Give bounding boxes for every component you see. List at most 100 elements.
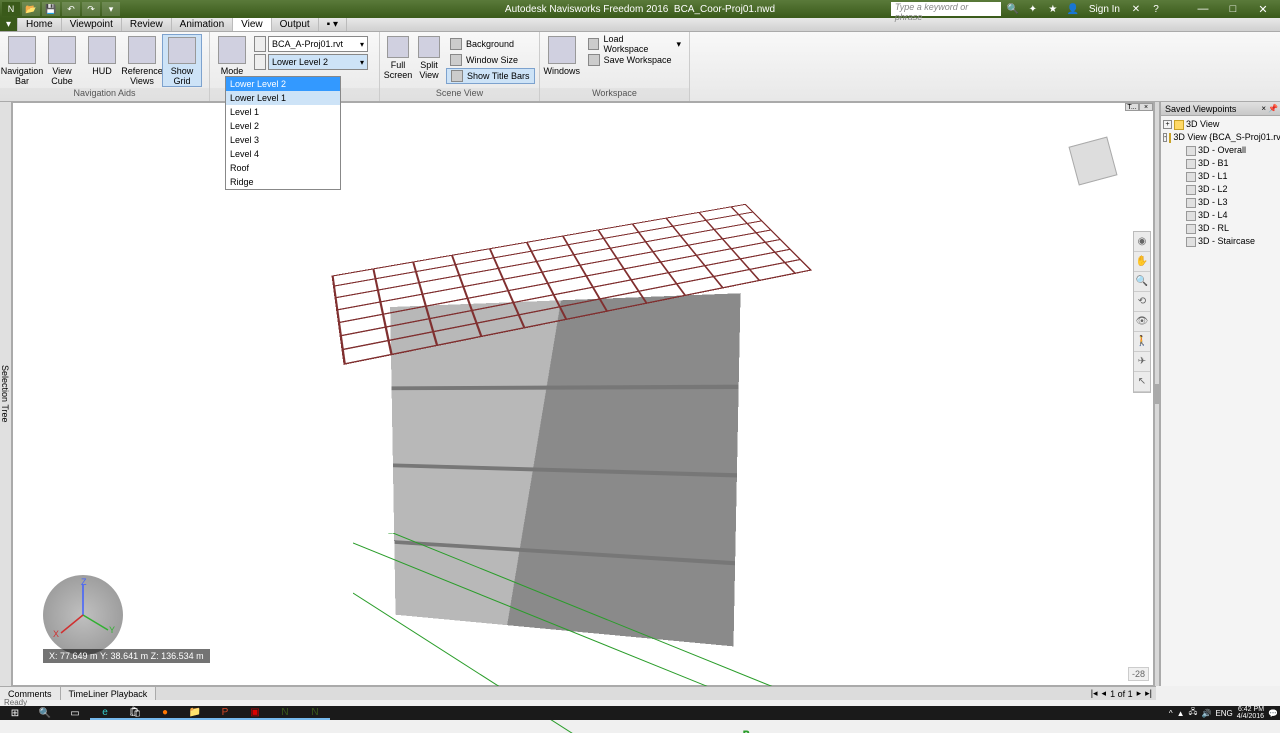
tab-home[interactable]: Home [18, 18, 62, 31]
save-workspace-button[interactable]: Save Workspace [584, 52, 685, 68]
dropdown-item[interactable]: Ridge [226, 175, 340, 189]
save-icon[interactable]: 💾 [42, 2, 60, 16]
windows-button[interactable]: Windows [542, 34, 582, 87]
file-browse-icon[interactable] [254, 36, 266, 52]
pager-next-icon[interactable]: ▸ [1137, 688, 1142, 699]
store-icon[interactable]: 🛍 [120, 706, 150, 720]
tree-item[interactable]: 3D - L1 [1163, 170, 1278, 183]
tree-item[interactable]: 3D - L3 [1163, 196, 1278, 209]
undo-icon[interactable]: ↶ [62, 2, 80, 16]
expander-icon[interactable]: - [1163, 133, 1167, 142]
help-icon[interactable]: ? [1148, 2, 1164, 16]
viewport-close-icon[interactable]: × [1139, 103, 1153, 111]
tree-item[interactable]: 3D - RL [1163, 222, 1278, 235]
explorer-icon[interactable]: 📁 [180, 706, 210, 720]
tray-chevron-icon[interactable]: ^ [1169, 709, 1173, 718]
background-button[interactable]: Background [446, 36, 535, 52]
pager-last-icon[interactable]: ▸| [1145, 688, 1152, 699]
tree-item[interactable]: 3D - L4 [1163, 209, 1278, 222]
exchange-icon[interactable]: ✕ [1128, 2, 1144, 16]
action-center-icon[interactable]: 💬 [1268, 709, 1278, 718]
select-icon[interactable]: ↖ [1134, 372, 1150, 392]
split-view-button[interactable]: Split View [414, 34, 444, 87]
tab-viewpoint[interactable]: Viewpoint [62, 18, 122, 31]
communication-icon[interactable]: ✦ [1025, 2, 1041, 16]
tree-item[interactable]: -3D View {BCA_S-Proj01.rv [1163, 131, 1278, 144]
navisworks-icon[interactable]: N [270, 706, 300, 720]
navisworks2-icon[interactable]: N [300, 706, 330, 720]
tree-item[interactable]: 3D - B1 [1163, 157, 1278, 170]
app-button[interactable]: ▾ [0, 18, 18, 31]
network-icon[interactable]: 🖧 [1189, 706, 1198, 720]
tab-addins-icon[interactable]: ▪ ▾ [319, 18, 347, 31]
open-icon[interactable]: 📂 [22, 2, 40, 16]
look-icon[interactable]: 👁 [1134, 312, 1150, 332]
tree-item[interactable]: 3D - Staircase [1163, 235, 1278, 248]
maximize-button[interactable]: □ [1218, 0, 1248, 18]
zoom-icon[interactable]: 🔍 [1134, 272, 1150, 292]
show-title-bars-button[interactable]: Show Title Bars [446, 68, 535, 84]
panel-pin-icon[interactable]: 📌 [1268, 104, 1278, 113]
hud-button[interactable]: HUD [82, 34, 122, 87]
user-icon[interactable]: 👤 [1065, 2, 1081, 16]
level-browse-icon[interactable] [254, 54, 266, 70]
dropdown-item[interactable]: Level 1 [226, 105, 340, 119]
level-combo[interactable]: Lower Level 2 [268, 54, 368, 70]
pdf-icon[interactable]: ▣ [240, 706, 270, 720]
window-size-button[interactable]: Window Size [446, 52, 535, 68]
show-grid-button[interactable]: Show Grid [162, 34, 202, 87]
expander-icon[interactable]: + [1163, 120, 1172, 129]
tree-item[interactable]: 3D - Overall [1163, 144, 1278, 157]
tab-review[interactable]: Review [122, 18, 172, 31]
tab-animation[interactable]: Animation [172, 18, 233, 31]
dropdown-item[interactable]: Lower Level 1 [226, 91, 340, 105]
favorite-icon[interactable]: ★ [1045, 2, 1061, 16]
grid-file-combo[interactable]: BCA_A-Proj01.rvt [268, 36, 368, 52]
tab-output[interactable]: Output [272, 18, 319, 31]
tree-item[interactable]: 3D - L2 [1163, 183, 1278, 196]
timeliner-playback-tab[interactable]: TimeLiner Playback [61, 687, 157, 700]
tree-item[interactable]: +3D View [1163, 118, 1278, 131]
steering-wheel-icon[interactable]: ◉ [1134, 232, 1150, 252]
search-taskbar-icon[interactable]: 🔍 [30, 706, 60, 720]
language-indicator[interactable]: ENG [1215, 709, 1232, 718]
minimize-button[interactable]: — [1188, 0, 1218, 18]
view-cube-button[interactable]: View Cube [42, 34, 82, 87]
qat-dropdown-icon[interactable]: ▾ [102, 2, 120, 16]
start-button[interactable]: ⊞ [0, 706, 30, 720]
walk-icon[interactable]: 🚶 [1134, 332, 1150, 352]
dropdown-item[interactable]: Lower Level 2 [226, 77, 340, 91]
selection-tree-tab[interactable]: Selection Tree [0, 102, 12, 686]
panel-close-icon[interactable]: × [1261, 104, 1266, 113]
edge-icon[interactable]: e [90, 706, 120, 720]
load-workspace-button[interactable]: Load Workspace ▾ [584, 36, 685, 52]
xyz-axis-indicator[interactable]: Z Y X [43, 575, 123, 655]
pan-icon[interactable]: ✋ [1134, 252, 1150, 272]
app-icon[interactable]: ● [150, 706, 180, 720]
redo-icon[interactable]: ↷ [82, 2, 100, 16]
reference-views-button[interactable]: Reference Views [122, 34, 162, 87]
close-button[interactable]: ✕ [1248, 0, 1278, 18]
clock[interactable]: 6:42 PM4/4/2016 [1237, 706, 1264, 720]
signin-button[interactable]: Sign In [1085, 4, 1124, 15]
volume-icon[interactable]: 🔊 [1201, 709, 1211, 718]
fly-icon[interactable]: ✈ [1134, 352, 1150, 372]
search-icon[interactable]: 🔍 [1005, 2, 1021, 16]
pager-prev-icon[interactable]: ◂ [1102, 688, 1107, 699]
3d-viewport[interactable]: T... × A B C D ◉ ✋ 🔍 ⟲ 👁 🚶 [12, 102, 1154, 686]
dropdown-item[interactable]: Roof [226, 161, 340, 175]
full-screen-button[interactable]: Full Screen [382, 34, 414, 87]
dropdown-item[interactable]: Level 3 [226, 133, 340, 147]
pager-first-icon[interactable]: |◂ [1091, 688, 1098, 699]
navigation-bar-button[interactable]: Navigation Bar [2, 34, 42, 87]
dropdown-item[interactable]: Level 4 [226, 147, 340, 161]
search-input[interactable]: Type a keyword or phrase [891, 2, 1001, 16]
orbit-icon[interactable]: ⟲ [1134, 292, 1150, 312]
task-view-icon[interactable]: ▭ [60, 706, 90, 720]
dropdown-item[interactable]: Level 2 [226, 119, 340, 133]
tab-view[interactable]: View [233, 18, 272, 31]
view-cube[interactable] [1063, 131, 1123, 191]
app-menu-icon[interactable]: N [2, 2, 20, 16]
powerpoint-icon[interactable]: P [210, 706, 240, 720]
autodesk-tray-icon[interactable]: ▲ [1177, 709, 1185, 718]
